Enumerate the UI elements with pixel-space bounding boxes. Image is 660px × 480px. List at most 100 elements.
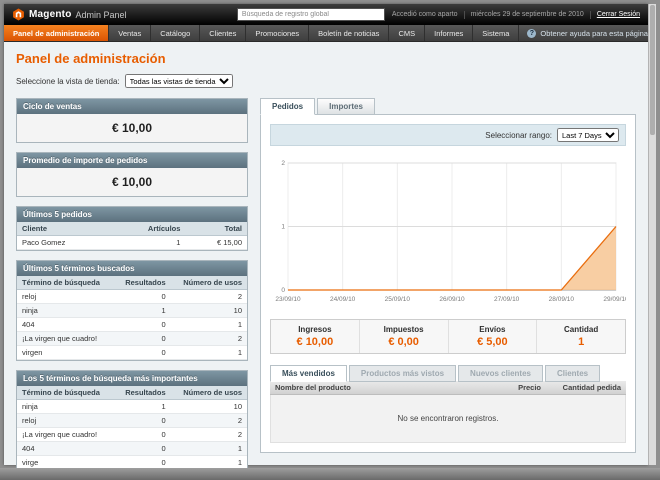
cell: 2 [170, 289, 247, 304]
last-orders-table: Cliente Artículos Total Paco Gomez 1 € 15,00 [17, 222, 247, 250]
last-search-terms-box: Últimos 5 términos buscados Término de b… [16, 260, 248, 361]
magento-logo-icon [13, 8, 24, 21]
cell: 10 [170, 399, 247, 414]
empty-records-message: No se encontraron registros. [270, 395, 626, 443]
cell: 404 [17, 317, 115, 332]
nav-item-ventas[interactable]: Ventas [109, 25, 152, 41]
tab-importes[interactable]: Importes [317, 98, 375, 115]
header-meta: Accedió como aparto miércoles 29 de sept… [392, 10, 640, 19]
column-header: Nombre del producto [270, 381, 486, 395]
logo-text: Magento [29, 9, 72, 20]
nav-item-clientes[interactable]: Clientes [200, 25, 247, 41]
store-switcher: Seleccione la vista de tienda: Todas las… [4, 72, 648, 96]
window-chrome-bottom [0, 468, 660, 480]
table-row: ninja 1 10 [17, 303, 247, 318]
header-date: miércoles 29 de septiembre de 2010 [470, 11, 584, 18]
tab-productos-más-vistos[interactable]: Productos más vistos [348, 365, 457, 382]
cell: € 15,00 [185, 235, 247, 250]
svg-text:25/09/10: 25/09/10 [385, 296, 411, 303]
magento-logo: Magento Admin Panel [12, 8, 127, 21]
column-header: Término de búsqueda [17, 276, 115, 290]
stat-label: Envíos [479, 325, 506, 334]
right-column: Pedidos Importes Seleccionar rango: Last … [260, 98, 636, 480]
table-header-row: Término de búsqueda Resultados Número de u… [17, 276, 247, 290]
lifetime-sales-box: Ciclo de ventas € 10,00 [16, 98, 248, 143]
tab-clientes[interactable]: Clientes [544, 365, 601, 382]
cell: 0 [114, 331, 171, 346]
nav-item-cms[interactable]: CMS [389, 25, 426, 41]
admin-header: Magento Admin Panel Accedió como aparto … [4, 4, 648, 25]
column-header: Resultados [114, 276, 171, 290]
cell: ninja [17, 399, 115, 414]
vertical-scrollbar[interactable] [648, 4, 656, 465]
table-row: ninja 1 10 [17, 399, 247, 414]
cell: 0 [114, 427, 171, 442]
tab-nuevos-clientes[interactable]: Nuevos clientes [458, 365, 543, 382]
cell: reloj [17, 413, 115, 428]
stat-envíos: Envíos € 5,00 [447, 320, 537, 353]
admin-page: Magento Admin Panel Accedió como aparto … [4, 4, 648, 471]
stat-value: 1 [578, 336, 585, 348]
table-row: Paco Gomez 1 € 15,00 [17, 235, 247, 250]
svg-text:23/09/10: 23/09/10 [275, 296, 301, 303]
cell: 1 [114, 303, 171, 318]
store-view-select[interactable]: Todas las vistas de tienda [124, 74, 233, 88]
scrollbar-thumb[interactable] [650, 5, 655, 135]
nav-item-boletín-de-noticias[interactable]: Boletín de noticias [309, 25, 390, 41]
svg-text:27/09/10: 27/09/10 [494, 296, 520, 303]
chart-tabs: Pedidos Importes [260, 98, 636, 115]
range-bar: Seleccionar rango: Last 7 Days [270, 124, 626, 146]
table-header-row: Término de búsqueda Resultados Número de u… [17, 386, 247, 400]
table-header-row: Nombre del producto Precio Cantidad pedida [270, 381, 626, 395]
nav-item-catálogo[interactable]: Catálogo [151, 25, 201, 41]
range-select[interactable]: Last 7 Days [557, 128, 619, 142]
global-search-input[interactable] [236, 8, 385, 21]
tab-más-vendidos[interactable]: Más vendidos [270, 365, 347, 382]
table-row: 404 0 1 [17, 441, 247, 456]
stats-bar: Ingresos € 10,00 Impuestos € 0,00 Envíos € 5,… [270, 319, 626, 354]
stat-value: € 5,00 [477, 336, 508, 348]
dashboard-columns: Ciclo de ventas € 10,00 Promedio de impo… [4, 96, 648, 480]
bottom-tabs: Más vendidos Productos más vistos Nuevos c… [270, 365, 626, 382]
column-header: Término de búsqueda [17, 386, 115, 400]
nav-item-sistema[interactable]: Sistema [473, 25, 520, 41]
nav-item-informes[interactable]: Informes [425, 25, 474, 41]
box-title: Últimos 5 términos buscados [17, 261, 247, 276]
tab-pedidos[interactable]: Pedidos [260, 98, 316, 115]
logout-link[interactable]: Cerrar Sesión [597, 11, 640, 18]
cell: 10 [170, 303, 247, 318]
cell: 1 [110, 235, 186, 250]
cell: ninja [17, 303, 115, 318]
svg-text:26/09/10: 26/09/10 [439, 296, 465, 303]
last-search-table: Término de búsqueda Resultados Número de u… [17, 276, 247, 360]
cell: 0 [114, 317, 171, 332]
page-help-link[interactable]: Obtener ayuda para esta página [519, 25, 656, 41]
stat-label: Ingresos [298, 325, 332, 334]
cell: 2 [170, 413, 247, 428]
page-title: Panel de administración [16, 51, 166, 66]
cell: virgen [17, 345, 115, 360]
stat-ingresos: Ingresos € 10,00 [271, 320, 359, 353]
top-search-table: Término de búsqueda Resultados Número de u… [17, 386, 247, 470]
column-header: Cantidad pedida [546, 381, 626, 395]
table-row: reloj 0 2 [17, 413, 247, 428]
column-header: Número de usos [170, 386, 247, 400]
svg-text:24/09/10: 24/09/10 [330, 296, 356, 303]
column-header: Total [185, 222, 247, 236]
column-header: Número de usos [170, 276, 247, 290]
left-column: Ciclo de ventas € 10,00 Promedio de impo… [16, 98, 248, 480]
stat-label: Cantidad [564, 325, 599, 334]
cell: 1 [170, 345, 247, 360]
range-label: Seleccionar rango: [485, 130, 552, 140]
table-header-row: Cliente Artículos Total [17, 222, 247, 236]
nav-item-promociones[interactable]: Promociones [246, 25, 310, 41]
cell: 1 [170, 441, 247, 456]
cell: Paco Gomez [17, 235, 111, 250]
nav-item-panel-de-administración[interactable]: Panel de administración [4, 25, 110, 41]
svg-text:1: 1 [281, 224, 285, 231]
stat-cantidad: Cantidad 1 [536, 320, 625, 353]
cell: 2 [170, 427, 247, 442]
separator [463, 10, 465, 19]
top-search-terms-box: Los 5 términos de búsqueda más important… [16, 370, 248, 471]
cell: 404 [17, 441, 115, 456]
